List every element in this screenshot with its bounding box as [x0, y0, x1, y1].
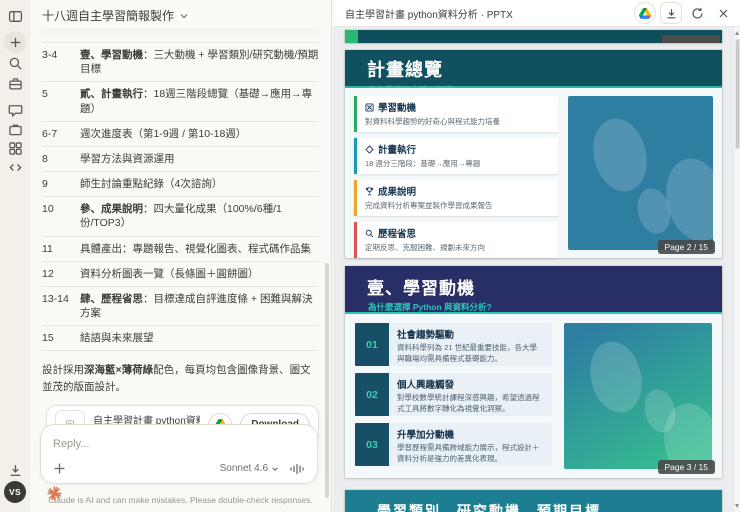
- slide-overview: 計畫總覽 自主學習四大核心架構 學習動機 對資料科學趨勢的好奇心與程式能力培養 …: [345, 50, 722, 258]
- download-artifact-button[interactable]: [660, 2, 682, 24]
- chat-pane: 十八週自主學習簡報製作 3-4 壹、學習動機：三大動機 + 學習類別/研究動機/預…: [30, 0, 332, 512]
- google-drive-icon: [639, 7, 651, 19]
- apps-grid-icon[interactable]: [8, 141, 23, 156]
- motivation-item: 02 個人興趣觸發 對學校數學統計課程深感興趣，希望透過程式工具將數字轉化為視覺化…: [355, 373, 552, 416]
- motivation-icon: [365, 102, 374, 112]
- table-row: 6-7 週次進度表（第1-9週 / 第10-18週）: [42, 122, 319, 147]
- slide-motivation-header: 壹、學習動機 為什麼選擇 Python 與資料分析?: [345, 266, 722, 314]
- table-row: 11 具體產出：專題報告、視覺化圖表、程式碼作品集: [42, 237, 319, 262]
- slide-title: 計畫總覽: [367, 60, 443, 80]
- item-number: 03: [355, 423, 389, 466]
- overview-item: 歷程省思 定期反思、克服困難、規劃未來方向: [354, 222, 558, 258]
- reply-input[interactable]: [53, 438, 305, 450]
- user-avatar[interactable]: VS: [4, 481, 26, 503]
- close-panel-button[interactable]: [712, 2, 734, 24]
- diamond-icon: [365, 144, 374, 154]
- model-selector[interactable]: Sonnet 4.6: [220, 463, 279, 474]
- scrolled-row-fade: [42, 28, 319, 40]
- conversation-title-bar[interactable]: 十八週自主學習簡報製作: [30, 0, 331, 28]
- sidebar-toggle-icon[interactable]: [8, 9, 23, 24]
- overview-item: 學習動機 對資料科學趨勢的好奇心與程式能力培養: [354, 96, 558, 132]
- item-number: 01: [355, 323, 389, 366]
- download-tray-icon[interactable]: [8, 463, 23, 478]
- scroll-down-arrow[interactable]: [735, 504, 739, 508]
- scrollbar-thumb[interactable]: [735, 39, 740, 149]
- overview-item: 計畫執行 18 週分三階段：基礎→應用→專題: [354, 138, 558, 174]
- projects-icon[interactable]: [8, 76, 23, 91]
- slide-title: 壹、學習動機: [367, 279, 475, 298]
- motivation-item: 01 社會趨勢驅動 資料科學列為 21 世紀最重要技能，各大學與職場均需具備程式基…: [355, 323, 552, 366]
- close-icon: [717, 7, 730, 20]
- slide-preview-area[interactable]: 計畫總覽 自主學習四大核心架構 學習動機 對資料科學趨勢的好奇心與程式能力培養 …: [333, 27, 733, 512]
- save-to-drive-button[interactable]: [634, 2, 656, 24]
- search-icon[interactable]: [8, 56, 23, 71]
- ai-disclaimer: Claude is AI and can make mistakes. Plea…: [48, 495, 313, 505]
- table-row: 13-14 肆、歷程省思：目標達成自評進度條 + 困難與解決方案: [42, 287, 319, 327]
- slide-image: [568, 96, 713, 250]
- overview-item: 成果說明 完成資料分析專案並製作學習成果報告: [354, 180, 558, 216]
- chats-icon[interactable]: [8, 102, 23, 117]
- item-number: 02: [355, 373, 389, 416]
- magnifier-icon: [365, 229, 374, 237]
- slide-1-partial: [345, 30, 722, 43]
- trophy-icon: [365, 186, 374, 195]
- conversation-title: 十八週自主學習簡報製作: [42, 9, 175, 23]
- table-row: 9 師生討論重點紀錄（4次諮詢）: [42, 172, 319, 198]
- chevron-down-icon: [272, 466, 278, 471]
- table-row: 5 貳、計畫執行：18週三階段總覽（基礎→應用→專題）: [42, 82, 319, 122]
- chat-scrollbar[interactable]: [325, 263, 329, 498]
- app-rail: VS: [0, 0, 30, 512]
- reply-composer[interactable]: Sonnet 4.6: [40, 424, 318, 484]
- model-name: Sonnet 4.6: [219, 463, 268, 474]
- motivation-item: 03 升學加分動機 學習歷程需具備跨域能力展示，程式設計＋資料分析是強力的差異化表…: [355, 423, 552, 466]
- chevron-down-icon: [180, 13, 188, 18]
- slide-4-partial: 學習類別、研究動機、預期目標: [345, 490, 722, 512]
- table-row: 15 結語與未來展望: [42, 326, 319, 352]
- panel-scrollbar[interactable]: [733, 27, 740, 512]
- download-icon: [665, 7, 678, 20]
- artifacts-icon[interactable]: [8, 122, 23, 137]
- table-row: 10 參、成果說明：四大量化成果（100%/6種/1份/TOP3）: [42, 197, 319, 237]
- code-icon[interactable]: [8, 160, 23, 175]
- refresh-button[interactable]: [686, 2, 708, 24]
- table-row: 12 資料分析圖表一覽（長條圖＋圓餅圖）: [42, 262, 319, 287]
- artifact-header: 自主學習計畫 python資料分析 · PPTX: [333, 0, 740, 27]
- add-attachment-icon[interactable]: [53, 462, 66, 475]
- slide-motivation: 壹、學習動機 為什麼選擇 Python 與資料分析? 01 社會趨勢驅動 資料科學…: [345, 266, 722, 478]
- page-badge-partial: [662, 35, 720, 43]
- slide-title: 學習類別、研究動機、預期目標: [377, 503, 601, 512]
- slide-overview-header: 計畫總覽 自主學習四大核心架構: [345, 50, 722, 95]
- outline-table: 3-4 壹、學習動機：三大動機 + 學習類別/研究動機/預期目標 5 貳、計畫執行：…: [42, 42, 319, 352]
- table-row: 3-4 壹、學習動機：三大動機 + 學習類別/研究動機/預期目標: [42, 42, 319, 83]
- slide-image: [564, 323, 712, 469]
- artifact-panel: 自主學習計畫 python資料分析 · PPTX 計畫總覽 自主學習四大核心架構: [333, 0, 740, 512]
- refresh-icon: [691, 7, 704, 20]
- slide-accent-square: [345, 30, 358, 43]
- page-badge: Page 2 / 15: [657, 240, 715, 254]
- slide-subtitle: 為什麼選擇 Python 與資料分析?: [368, 302, 492, 312]
- page-badge: Page 3 / 15: [657, 460, 715, 474]
- artifact-title: 自主學習計畫 python資料分析 · PPTX: [345, 9, 513, 21]
- voice-input-icon[interactable]: [289, 463, 305, 475]
- table-row: 8 學習方法與資源運用: [42, 147, 319, 173]
- closing-paragraph: 設計採用深海藍×薄荷綠配色，每頁均包含圖像背景、圖文並茂的版面設計。: [42, 364, 311, 393]
- new-chat-button[interactable]: [4, 31, 26, 53]
- scroll-up-arrow[interactable]: [735, 31, 739, 35]
